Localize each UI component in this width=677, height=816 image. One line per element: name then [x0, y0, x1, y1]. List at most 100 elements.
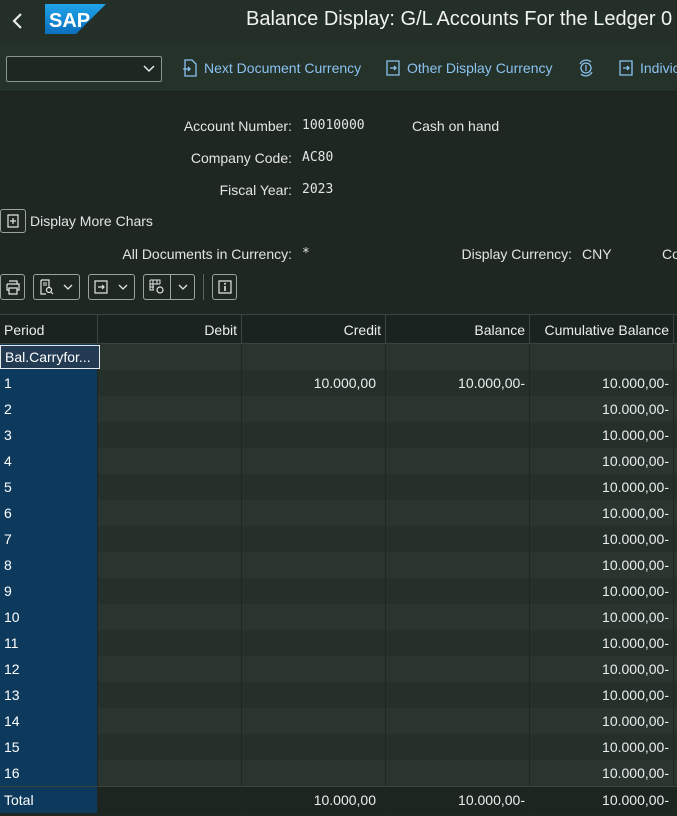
credit-cell[interactable] [242, 682, 386, 708]
balance-cell[interactable] [386, 578, 530, 604]
credit-cell[interactable] [242, 734, 386, 760]
period-cell-selected[interactable]: Bal.Carryfor... [0, 345, 100, 369]
layout-menu[interactable] [143, 274, 195, 300]
table-row[interactable]: 3 10.000,00- [0, 422, 677, 448]
balance-cell[interactable] [386, 396, 530, 422]
credit-cell[interactable] [242, 422, 386, 448]
balance-cell[interactable] [386, 448, 530, 474]
table-row[interactable]: 2 10.000,00- [0, 396, 677, 422]
table-row[interactable]: 11 10.000,00- [0, 630, 677, 656]
table-row[interactable]: 6 10.000,00- [0, 500, 677, 526]
balance-cell[interactable] [386, 474, 530, 500]
credit-cell[interactable] [242, 760, 386, 786]
balance-cell[interactable] [386, 656, 530, 682]
credit-cell[interactable] [242, 630, 386, 656]
credit-cell[interactable] [242, 448, 386, 474]
balance-cell[interactable]: 10.000,00- [386, 370, 530, 396]
cumulative-balance-cell[interactable]: 10.000,00- [530, 500, 674, 526]
credit-cell[interactable] [242, 552, 386, 578]
cumulative-balance-cell[interactable]: 10.000,00- [530, 708, 674, 734]
table-row[interactable]: 10 10.000,00- [0, 604, 677, 630]
balance-cell[interactable] [386, 708, 530, 734]
debit-cell[interactable] [98, 500, 242, 526]
table-row[interactable]: 5 10.000,00- [0, 474, 677, 500]
cumulative-balance-cell[interactable]: 10.000,00- [530, 578, 674, 604]
cumulative-balance-cell[interactable]: 10.000,00- [530, 734, 674, 760]
currency-exchange-button[interactable] [577, 59, 601, 77]
period-cell[interactable]: 14 [0, 708, 98, 734]
period-cell[interactable]: 15 [0, 734, 98, 760]
column-header-balance[interactable]: Balance [386, 315, 530, 345]
credit-cell[interactable] [242, 578, 386, 604]
table-row-carryforward[interactable]: Bal.Carryfor... [0, 344, 677, 370]
balance-cell[interactable] [386, 500, 530, 526]
period-cell[interactable]: 7 [0, 526, 98, 552]
credit-cell[interactable] [242, 526, 386, 552]
cumulative-balance-cell[interactable]: 10.000,00- [530, 787, 674, 813]
display-more-chars-button[interactable]: Display More Chars [0, 209, 153, 233]
credit-cell[interactable]: 10.000,00 [242, 787, 386, 813]
debit-cell[interactable] [98, 474, 242, 500]
cumulative-balance-cell[interactable]: 10.000,00- [530, 526, 674, 552]
debit-cell[interactable] [98, 682, 242, 708]
debit-cell[interactable] [98, 630, 242, 656]
table-row[interactable]: 16 10.000,00- [0, 760, 677, 786]
info-button[interactable] [212, 274, 237, 300]
credit-cell[interactable] [242, 656, 386, 682]
credit-cell[interactable] [242, 604, 386, 630]
table-row[interactable]: 4 10.000,00- [0, 448, 677, 474]
cumulative-balance-cell[interactable]: 10.000,00- [530, 604, 674, 630]
back-icon[interactable] [10, 10, 26, 32]
table-row[interactable]: 13 10.000,00- [0, 682, 677, 708]
view-details-menu[interactable] [33, 274, 80, 300]
cumulative-balance-cell[interactable]: 10.000,00- [530, 448, 674, 474]
balance-cell[interactable]: 10.000,00- [386, 787, 530, 813]
individual-button[interactable]: Indivic [618, 59, 677, 77]
cumulative-balance-cell[interactable]: 10.000,00- [530, 630, 674, 656]
balance-cell[interactable] [386, 344, 530, 370]
credit-cell[interactable]: 10.000,00 [242, 370, 386, 396]
credit-cell[interactable] [242, 708, 386, 734]
debit-cell[interactable] [98, 708, 242, 734]
table-row[interactable]: 7 10.000,00- [0, 526, 677, 552]
debit-cell[interactable] [98, 370, 242, 396]
balance-cell[interactable] [386, 734, 530, 760]
debit-cell[interactable] [98, 526, 242, 552]
table-row-total[interactable]: Total 10.000,00 10.000,00- 10.000,00- [0, 786, 677, 813]
balance-cell[interactable] [386, 682, 530, 708]
column-header-credit[interactable]: Credit [242, 315, 386, 345]
table-row[interactable]: 12 10.000,00- [0, 656, 677, 682]
period-cell[interactable]: 9 [0, 578, 98, 604]
cumulative-balance-cell[interactable]: 10.000,00- [530, 682, 674, 708]
balance-cell[interactable] [386, 630, 530, 656]
balance-cell[interactable] [386, 422, 530, 448]
variant-dropdown[interactable] [6, 56, 162, 82]
period-cell[interactable]: 3 [0, 422, 98, 448]
debit-cell[interactable] [98, 787, 242, 813]
period-cell[interactable]: 4 [0, 448, 98, 474]
table-row[interactable]: 14 10.000,00- [0, 708, 677, 734]
cumulative-balance-cell[interactable]: 10.000,00- [530, 760, 674, 786]
column-header-period[interactable]: Period [0, 315, 98, 345]
debit-cell[interactable] [98, 396, 242, 422]
other-display-currency-button[interactable]: Other Display Currency [385, 59, 553, 77]
export-menu[interactable] [88, 274, 135, 300]
table-row[interactable]: 15 10.000,00- [0, 734, 677, 760]
period-cell[interactable]: 5 [0, 474, 98, 500]
cumulative-balance-cell[interactable]: 10.000,00- [530, 552, 674, 578]
cumulative-balance-cell[interactable]: 10.000,00- [530, 370, 674, 396]
debit-cell[interactable] [98, 552, 242, 578]
balance-cell[interactable] [386, 760, 530, 786]
period-cell[interactable]: Total [0, 787, 98, 813]
debit-cell[interactable] [98, 344, 242, 370]
debit-cell[interactable] [98, 656, 242, 682]
cumulative-balance-cell[interactable]: 10.000,00- [530, 396, 674, 422]
period-cell[interactable]: 10 [0, 604, 98, 630]
next-document-currency-button[interactable]: Next Document Currency [182, 59, 361, 77]
period-cell[interactable]: 12 [0, 656, 98, 682]
sap-logo[interactable]: SAP [45, 4, 106, 34]
cumulative-balance-cell[interactable] [530, 344, 674, 370]
table-row[interactable]: 8 10.000,00- [0, 552, 677, 578]
balance-cell[interactable] [386, 526, 530, 552]
credit-cell[interactable] [242, 474, 386, 500]
